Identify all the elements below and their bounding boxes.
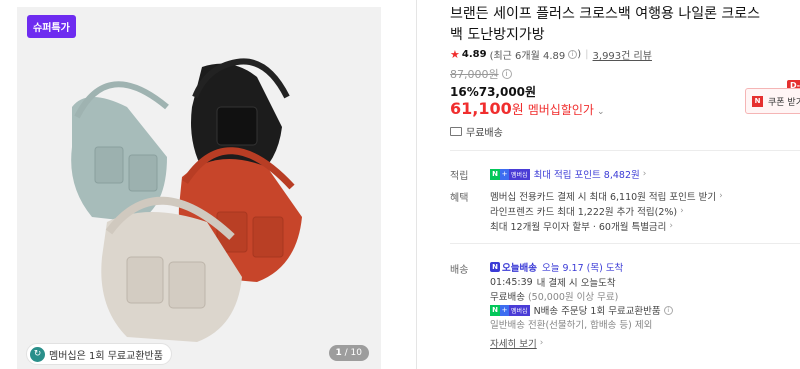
super-deal-badge: 슈퍼특가 (27, 15, 76, 38)
benefit-line-friends[interactable]: 라인프렌즈 카드 최대 1,222원 추가 적립(2%) › (490, 204, 684, 218)
chevron-down-icon[interactable]: ⌄ (597, 107, 605, 117)
chevron-right-icon: › (539, 338, 544, 348)
points-row[interactable]: N + 멤버십 최대 적립 포인트 8,482원 › (490, 167, 646, 181)
benefits-label: 혜택 (450, 193, 469, 204)
info-icon[interactable]: i (568, 50, 578, 59)
points-label: 적립 (450, 171, 469, 182)
discount-price: 16%73,000원 (450, 85, 537, 99)
member-price: 61,100 (450, 99, 512, 118)
n-delivery-row: N + 멤버십 N배송 주문당 1회 무료교환반품 i (490, 303, 673, 317)
section-divider (450, 243, 800, 244)
countdown-text: 내 결제 시 오늘도착 (536, 278, 616, 289)
product-image-gallery[interactable]: 슈퍼특가 ↻ 멤버십은 1회 무료교환반품 1 / 10 (17, 7, 381, 369)
original-price-row: 87,000원 i (450, 66, 512, 82)
free-exchange-text: 멤버십은 1회 무료교환반품 (49, 350, 163, 362)
product-image[interactable] (17, 7, 381, 369)
chevron-right-icon: › (719, 191, 723, 201)
rating-row[interactable]: ★ 4.89 (최근 6개월 4.89 i) | 3,993건 리뷰 (450, 47, 652, 62)
chevron-right-icon: › (669, 221, 674, 231)
today-delivery-row: N 오늘배송 오늘 9.17 (목) 도착 (490, 260, 623, 274)
points-text: 최대 적립 포인트 8,482원 (533, 170, 640, 181)
benefit-line-2: 라인프렌즈 카드 최대 1,222원 추가 적립(2%) (490, 207, 678, 218)
pager-current: 1 (335, 348, 342, 358)
shipping-row: 무료배송 (450, 124, 503, 139)
pager-total: / 10 (344, 348, 362, 358)
currency-unit: 원 (511, 103, 524, 118)
npay-membership-badge: N + 멤버십 (490, 168, 530, 180)
delivery-label: 배송 (450, 265, 469, 276)
benefit-installment[interactable]: 최대 12개월 무이자 할부 · 60개월 특별금리 › (490, 219, 673, 233)
today-delivery-date: 오늘 9.17 (목) 도착 (541, 263, 624, 274)
member-price-label: 멤버십할인가 (527, 103, 594, 117)
coupon-label: 쿠폰 받기 (768, 97, 800, 108)
reviews-link[interactable]: 3,993건 리뷰 (593, 47, 652, 62)
delivery-detail-row[interactable]: 자세히 보기 › (490, 336, 543, 350)
free-shipping-text: 무료배송 (490, 292, 525, 303)
info-icon[interactable]: i (663, 305, 673, 315)
today-delivery-logo: N 오늘배송 (490, 260, 537, 274)
countdown-timer: 01:45:39 (490, 276, 533, 288)
benefit-line-3: 최대 12개월 무이자 할부 · 60개월 특별금리 (490, 222, 667, 233)
chevron-right-icon: › (680, 206, 684, 216)
benefit-card[interactable]: 멤버십 전용카드 결제 시 최대 6,110원 적립 포인트 받기 › (490, 189, 723, 203)
free-shipping-condition: (50,000원 이상 무료) (527, 292, 619, 303)
price-info-icon[interactable]: i (501, 69, 512, 79)
rating-recent: (최근 6개월 4.89 (489, 51, 566, 62)
exchange-icon: ↻ (30, 346, 45, 362)
naver-logo-icon: N (752, 95, 763, 107)
separator: | (585, 49, 589, 60)
chevron-right-icon: › (642, 169, 647, 179)
coupon-button[interactable]: N 쿠폰 받기 (745, 88, 800, 114)
shipping-text: 무료배송 (466, 128, 503, 139)
normal-delivery-row: 일반배송 전환(선물하기, 합배송 등) 제외 (490, 317, 652, 331)
member-price-row[interactable]: 61,100 원 멤버십할인가 ⌄ (450, 99, 605, 118)
product-title: 브랜든 세이프 플러스 크로스백 여행용 나일론 크로스백 도난방지가방 (450, 6, 761, 43)
detail-link[interactable]: 자세히 보기 (490, 336, 537, 350)
original-price: 87,000원 (450, 68, 499, 81)
image-pager: 1 / 10 (328, 345, 369, 361)
benefit-line-1: 멤버십 전용카드 결제 시 최대 6,110원 적립 포인트 받기 (490, 192, 717, 203)
star-icon: ★ (450, 48, 460, 61)
npay-membership-badge: N + 멤버십 (490, 304, 530, 316)
free-shipping-row: 무료배송 (50,000원 이상 무료) (490, 289, 618, 303)
n-delivery-text: N배송 주문당 1회 무료교환반품 (533, 306, 661, 317)
rating-score: 4.89 (461, 49, 487, 60)
free-exchange-badge: ↻ 멤버십은 1회 무료교환반품 (26, 343, 172, 365)
normal-delivery-text: 일반배송 전환(선물하기, 합배송 등) 제외 (490, 320, 653, 331)
countdown-row: 01:45:39 내 결제 시 오늘도착 (490, 275, 616, 290)
vertical-divider (416, 0, 417, 369)
section-divider (450, 150, 800, 151)
truck-icon (450, 127, 462, 136)
